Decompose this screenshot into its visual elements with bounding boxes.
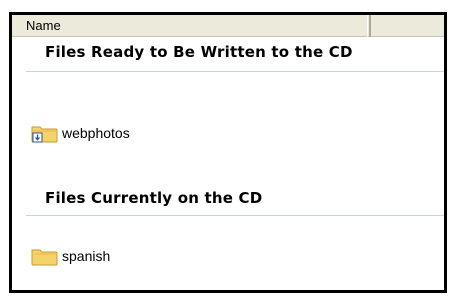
group-heading-currently-on-cd: Files Currently on the CD (45, 189, 263, 207)
group-heading-ready-to-write: Files Ready to Be Written to the CD (45, 43, 353, 61)
column-header-bar: Name (12, 15, 444, 37)
file-list-window: Name Files Ready to Be Written to the CD… (9, 12, 447, 293)
list-item-webphotos[interactable]: webphotos (30, 121, 130, 145)
folder-pending-icon (31, 126, 58, 143)
list-item-label: webphotos (62, 125, 130, 141)
group-divider (26, 215, 444, 216)
folder-icon (31, 249, 58, 266)
column-header-name[interactable]: Name (12, 15, 370, 37)
list-item-spanish[interactable]: spanish (30, 244, 110, 268)
group-divider (26, 71, 444, 72)
column-header-empty[interactable] (374, 15, 444, 37)
list-item-label: spanish (62, 248, 111, 264)
